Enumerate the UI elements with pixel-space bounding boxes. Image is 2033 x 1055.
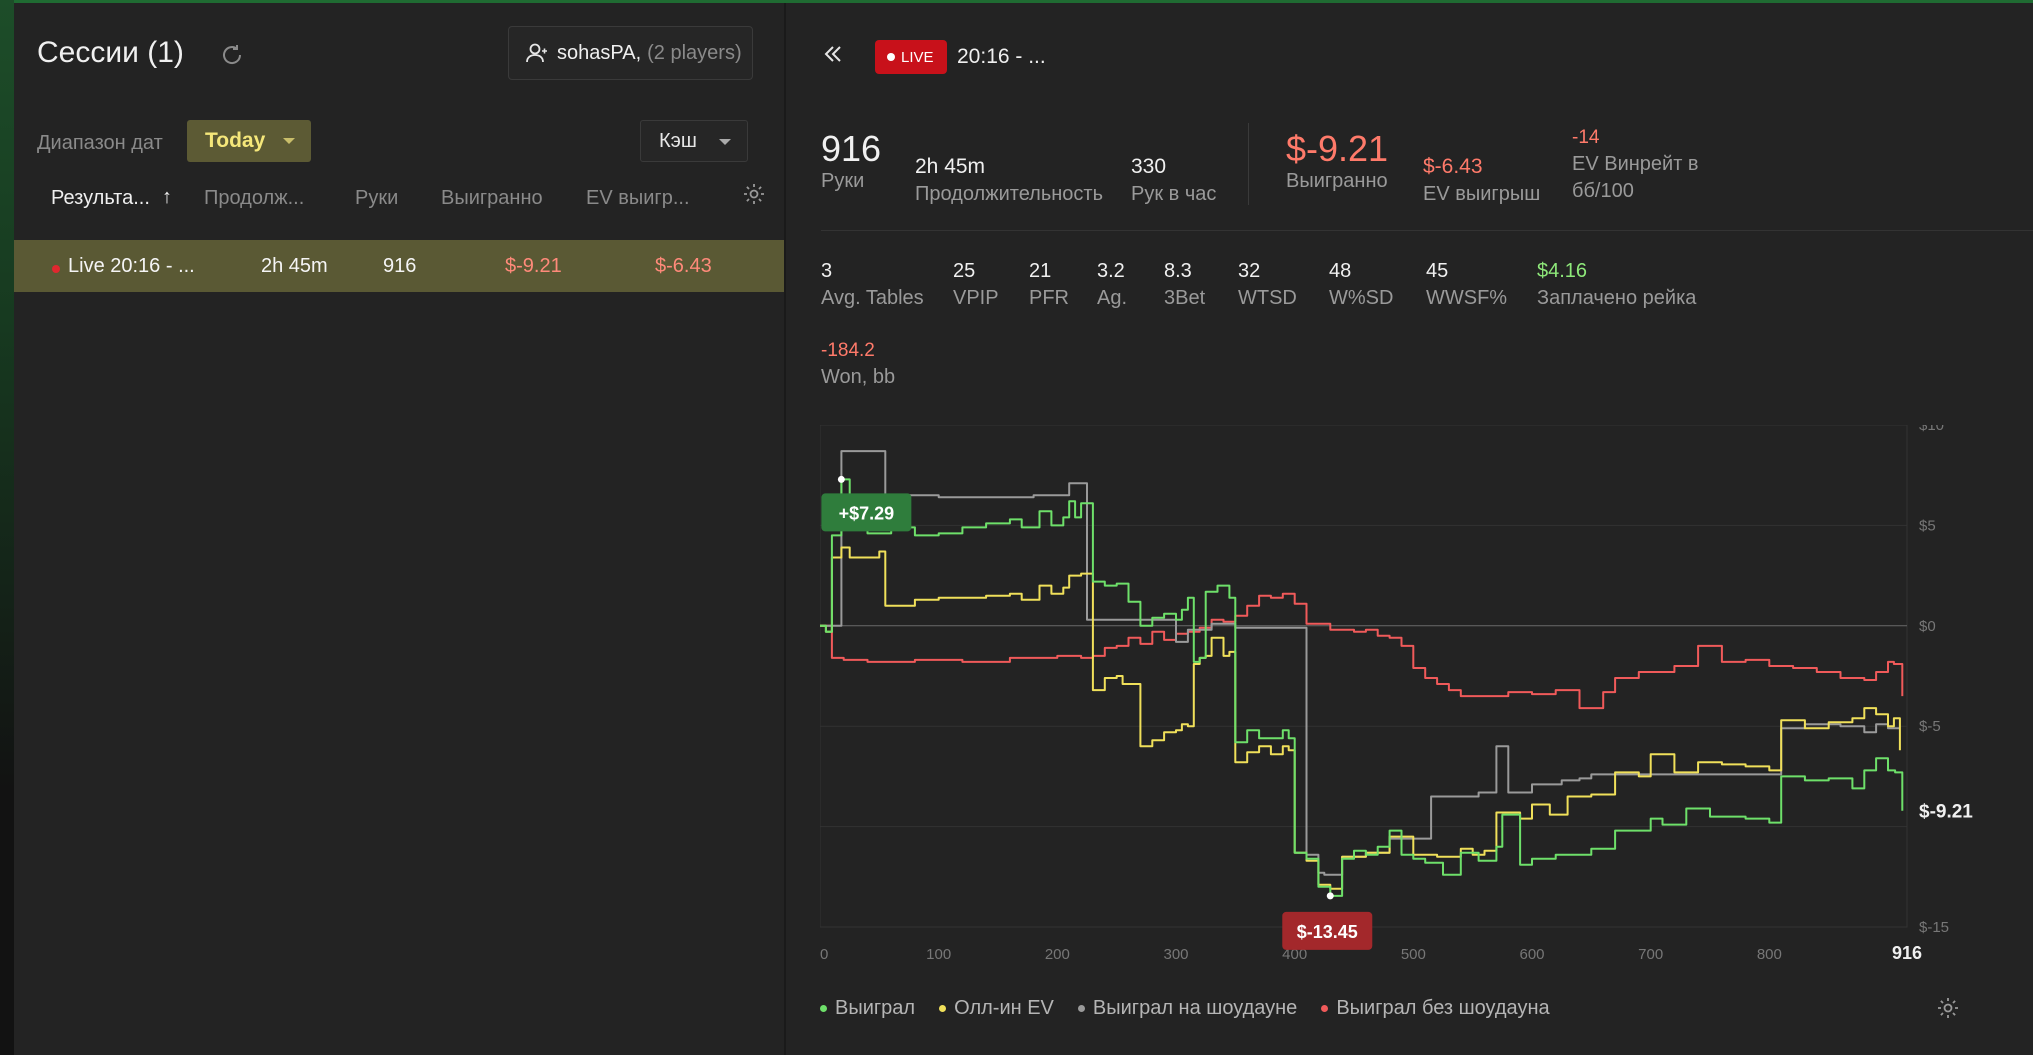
game-type-dropdown[interactable]: Кэш	[640, 120, 748, 162]
series-line-won	[820, 478, 1904, 897]
annotation-label: $-13.45	[1297, 922, 1358, 942]
session-name: 20:16 - ...	[957, 45, 1046, 68]
x-tick-label: 600	[1519, 946, 1544, 963]
stat-ev-won: $-6.43 EV выигрыш	[1423, 155, 1541, 205]
refresh-icon[interactable]	[219, 42, 245, 68]
column-header-result[interactable]: Результа...	[51, 187, 150, 210]
column-header-hands[interactable]: Руки	[355, 187, 398, 210]
stat-duration: 2h 45m Продолжительность	[915, 155, 1103, 205]
x-tick-label: 200	[1045, 946, 1070, 963]
stats-divider	[1248, 123, 1249, 205]
stat-vpip: 25 VPIP	[953, 260, 999, 309]
y-tick-label: $-15	[1919, 919, 1949, 936]
stats-separator	[821, 230, 2033, 231]
stat-rake-paid: $4.16 Заплачено рейка	[1537, 260, 1697, 309]
x-tick-label: 800	[1757, 946, 1782, 963]
series-line-no-showdown	[820, 592, 1904, 710]
y-tick-label: $-5	[1919, 718, 1941, 735]
profit-chart-svg: $10$5$0$-5$-150 100 200 300 400 500 600 700 800 9…	[820, 425, 1973, 963]
gear-icon[interactable]	[1936, 996, 1960, 1020]
live-dot-icon	[887, 53, 895, 61]
legend-item-no-showdown[interactable]: Выиграл без шоудауна	[1321, 997, 1550, 1020]
profit-chart: $10 $5 $0 $-5 $-15 0 100 200 300 400 500 600 700 800 9…	[820, 425, 1992, 965]
x-tick-label: 300	[1163, 946, 1188, 963]
legend-dot	[939, 1005, 947, 1012]
x-tick-label: 0	[820, 946, 828, 963]
chevron-down-icon	[719, 139, 731, 145]
annotation-point	[1326, 892, 1334, 900]
column-header-duration[interactable]: Продолж...	[204, 187, 304, 210]
double-chevron-left-icon[interactable]	[821, 42, 845, 66]
date-range-dropdown[interactable]: Today	[187, 120, 311, 162]
stat-wtsd: 32 WTSD	[1238, 260, 1297, 309]
table-row[interactable]: Live 20:16 - ... 2h 45m 916 $-9.21 $-6.4…	[14, 240, 784, 292]
legend-dot	[1077, 1005, 1085, 1012]
row-hands: 916	[383, 255, 417, 277]
column-header-won[interactable]: Выигранно	[441, 187, 543, 210]
legend-item-showdown[interactable]: Выиграл на шоудауне	[1077, 997, 1297, 1020]
y-tick-label: $10	[1919, 425, 1944, 434]
stat-wsd: 48 W%SD	[1329, 260, 1394, 309]
stat-hands: 916 Руки	[821, 128, 882, 192]
annotation-point	[837, 475, 845, 483]
date-range-value: Today	[205, 129, 266, 152]
live-dot-icon	[52, 265, 60, 273]
x-tick-label: 916	[1892, 943, 1922, 963]
series-line-showdown	[820, 450, 1900, 876]
legend-dot	[1321, 1005, 1329, 1012]
x-tick-label: 500	[1401, 946, 1426, 963]
stat-ev-winrate: -14 EV Винрейт в бб/100	[1572, 127, 1699, 202]
player-count: (2 players)	[647, 41, 742, 64]
row-name: Live 20:16 - ...	[68, 255, 195, 277]
row-won: $-9.21	[505, 255, 562, 277]
stat-wwsf: 45 WWSF%	[1426, 260, 1508, 309]
player-selector-button[interactable]: sohasPA, (2 players)	[508, 26, 753, 80]
player-name: sohasPA,	[557, 41, 642, 64]
user-icon	[526, 43, 547, 63]
gear-icon[interactable]	[742, 182, 766, 206]
stat-won-bb: -184.2 Won, bb	[821, 340, 896, 388]
y-tick-label: $0	[1919, 618, 1936, 635]
stat-avg-tables: 3 Avg. Tables	[821, 260, 924, 309]
date-range-label: Диапазон дат	[37, 132, 163, 154]
column-header-ev-won[interactable]: EV выигр...	[586, 187, 690, 210]
legend-item-won[interactable]: Выиграл	[820, 997, 915, 1020]
chevron-down-icon	[283, 138, 295, 144]
series-line-allin-ev	[820, 546, 1901, 890]
legend-item-allin-ev[interactable]: Олл-ин EV	[939, 997, 1054, 1020]
y-tick-label: $5	[1919, 517, 1936, 534]
sort-ascending-icon[interactable]: ↑	[162, 186, 172, 209]
x-tick-label: 700	[1638, 946, 1663, 963]
panel-divider[interactable]	[784, 3, 786, 1055]
x-tick-label: 100	[926, 946, 951, 963]
stat-pfr: 21 PFR	[1029, 260, 1069, 309]
chart-legend: Выиграл Олл-ин EV Выиграл на шоудауне Вы…	[820, 997, 1550, 1020]
window-edge-glow	[0, 0, 14, 1055]
end-value-label: $-9.21	[1919, 802, 1973, 823]
stat-aggression: 3.2 Ag.	[1097, 260, 1128, 309]
game-type-value: Кэш	[659, 129, 697, 152]
stat-won: $-9.21 Выигранно	[1286, 128, 1389, 192]
sessions-title: Сессии (1)	[37, 36, 184, 69]
row-ev-won: $-6.43	[655, 255, 712, 277]
stat-hands-per-hour: 330 Рук в час	[1131, 155, 1217, 205]
live-badge: LIVE	[875, 40, 947, 74]
legend-dot	[820, 1005, 827, 1012]
stat-3bet: 8.3 3Bet	[1164, 260, 1206, 309]
annotation-label: +$7.29	[839, 503, 895, 523]
row-duration: 2h 45m	[261, 255, 328, 277]
